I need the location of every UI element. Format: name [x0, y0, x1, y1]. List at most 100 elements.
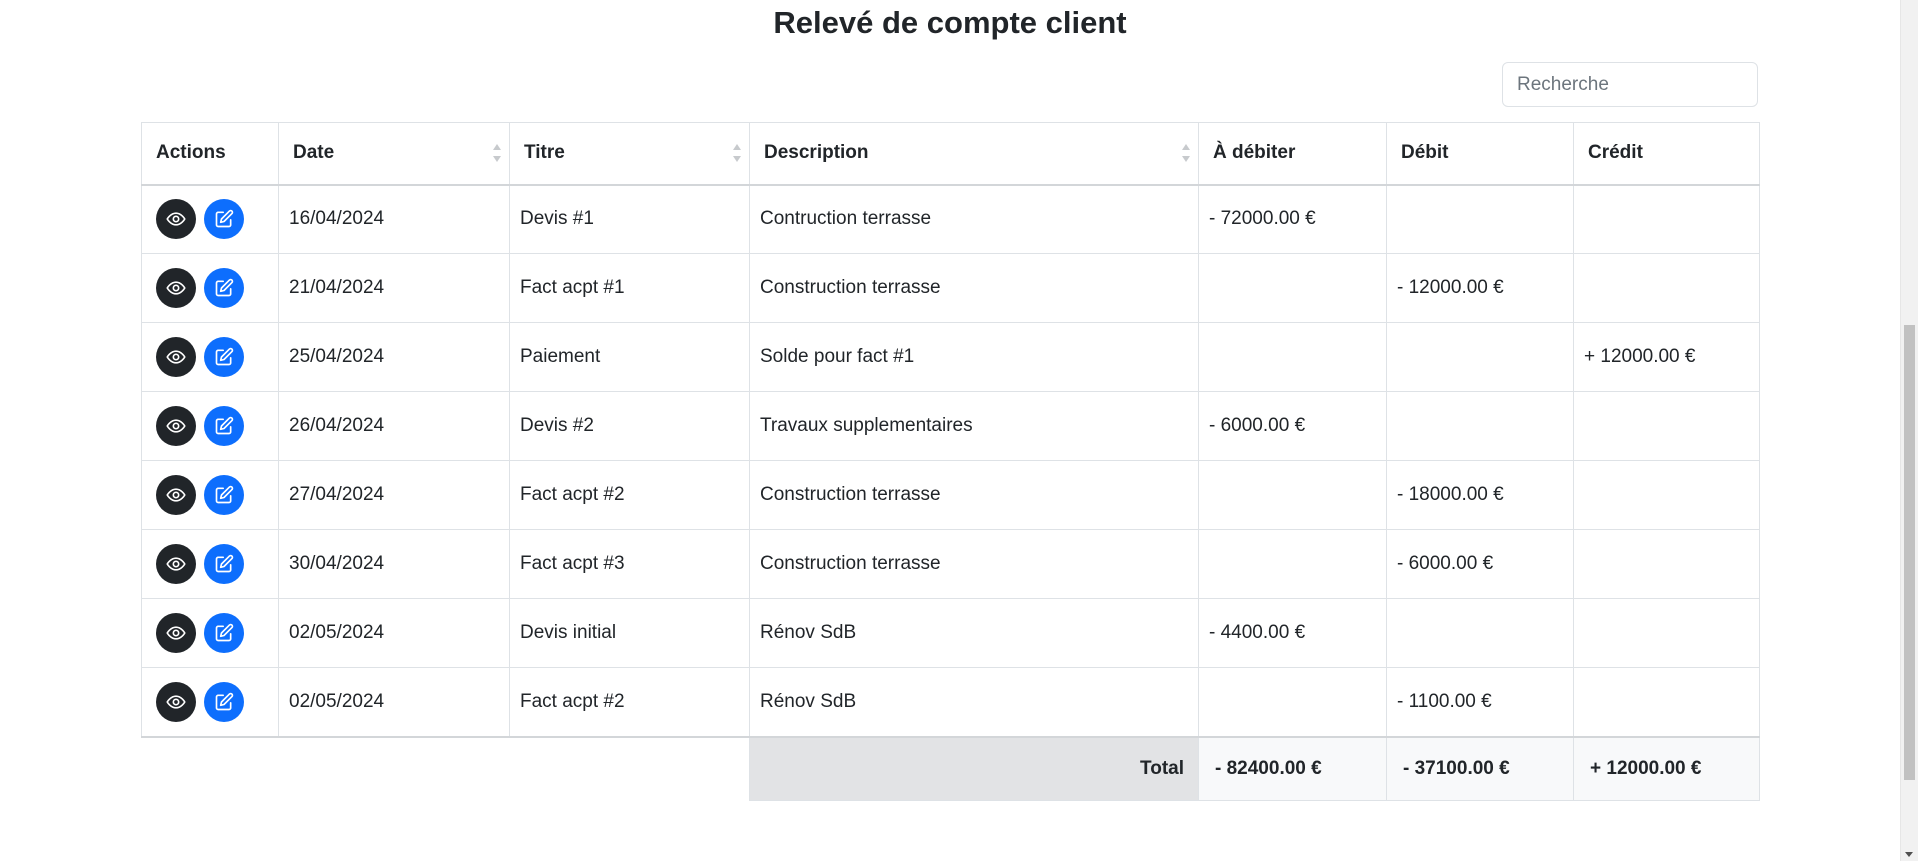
scrollbar-thumb[interactable] — [1904, 325, 1915, 780]
edit-icon — [215, 623, 234, 642]
account-statement-table: Actions Date Titre Description À débiter… — [141, 122, 1760, 801]
edit-button[interactable] — [204, 613, 244, 653]
cell-credit — [1573, 667, 1760, 737]
table-row: 21/04/2024 Fact acpt #1 Construction ter… — [141, 253, 1760, 323]
edit-button[interactable] — [204, 681, 244, 722]
cell-debit — [1386, 598, 1574, 668]
cell-a-debiter: - 4400.00 € — [1198, 598, 1387, 668]
edit-button[interactable] — [204, 268, 244, 308]
cell-date: 27/04/2024 — [278, 460, 510, 530]
edit-icon — [215, 210, 234, 228]
header-titre[interactable]: Titre — [509, 122, 750, 186]
cell-date: 25/04/2024 — [278, 322, 510, 392]
view-button[interactable] — [156, 268, 196, 308]
view-button[interactable] — [156, 337, 196, 377]
cell-credit — [1573, 598, 1760, 668]
cell-credit — [1573, 253, 1760, 323]
view-button[interactable] — [156, 681, 196, 722]
cell-debit: - 1100.00 € — [1386, 667, 1574, 737]
cell-description: Construction terrasse — [749, 460, 1199, 530]
total-debit: - 37100.00 € — [1386, 735, 1574, 801]
total-a-debiter: - 82400.00 € — [1198, 735, 1387, 801]
edit-button[interactable] — [204, 475, 244, 515]
cell-credit: + 12000.00 € — [1573, 322, 1760, 392]
cell-titre: Fact acpt #3 — [509, 529, 750, 599]
table-row: 16/04/2024 Devis #1 Contruction terrasse… — [141, 184, 1760, 254]
table-row: 26/04/2024 Devis #2 Travaux supplementai… — [141, 391, 1760, 461]
edit-icon — [215, 416, 234, 435]
actions-cell — [141, 391, 279, 461]
cell-a-debiter — [1198, 253, 1387, 323]
totals-spacer — [141, 735, 750, 801]
view-button[interactable] — [156, 613, 196, 653]
cell-description: Solde pour fact #1 — [749, 322, 1199, 392]
cell-date: 02/05/2024 — [278, 598, 510, 668]
cell-a-debiter — [1198, 667, 1387, 737]
scroll-down-arrow-icon[interactable] — [1905, 852, 1913, 857]
header-date[interactable]: Date — [278, 122, 510, 186]
cell-titre: Fact acpt #2 — [509, 667, 750, 737]
cell-titre: Paiement — [509, 322, 750, 392]
cell-debit — [1386, 322, 1574, 392]
cell-a-debiter — [1198, 529, 1387, 599]
header-description[interactable]: Description — [749, 122, 1199, 186]
edit-button[interactable] — [204, 199, 244, 240]
view-button[interactable] — [156, 544, 196, 584]
sort-arrows-icon[interactable] — [731, 142, 743, 164]
actions-cell — [141, 667, 279, 737]
edit-button[interactable] — [204, 406, 244, 446]
header-description-label: Description — [764, 142, 869, 164]
view-button[interactable] — [156, 199, 196, 240]
cell-titre: Devis #1 — [509, 184, 750, 254]
actions-cell — [141, 460, 279, 530]
eye-icon — [166, 350, 186, 364]
eye-icon — [166, 488, 186, 502]
search-input[interactable] — [1502, 62, 1758, 107]
edit-icon — [215, 554, 234, 573]
eye-icon — [166, 419, 186, 433]
cell-a-debiter: - 6000.00 € — [1198, 391, 1387, 461]
cell-description: Travaux supplementaires — [749, 391, 1199, 461]
cell-titre: Devis initial — [509, 598, 750, 668]
edit-button[interactable] — [204, 544, 244, 584]
view-button[interactable] — [156, 406, 196, 446]
cell-credit — [1573, 529, 1760, 599]
cell-debit — [1386, 184, 1574, 254]
page: Relevé de compte client Actions Date — [0, 0, 1918, 861]
table-header-row: Actions Date Titre Description À débiter… — [141, 122, 1760, 186]
view-button[interactable] — [156, 475, 196, 515]
sort-arrows-icon[interactable] — [491, 142, 503, 164]
totals-row: Total - 82400.00 € - 37100.00 € + 12000.… — [141, 735, 1760, 801]
eye-icon — [166, 626, 186, 640]
header-credit: Crédit — [1573, 122, 1760, 186]
cell-credit — [1573, 184, 1760, 254]
cell-description: Construction terrasse — [749, 253, 1199, 323]
eye-icon — [166, 695, 186, 709]
actions-cell — [141, 598, 279, 668]
cell-debit — [1386, 391, 1574, 461]
header-titre-label: Titre — [524, 142, 565, 164]
cell-a-debiter: - 72000.00 € — [1198, 184, 1387, 254]
actions-cell — [141, 253, 279, 323]
cell-titre: Fact acpt #2 — [509, 460, 750, 530]
cell-description: Contruction terrasse — [749, 184, 1199, 254]
eye-icon — [166, 557, 186, 571]
cell-titre: Fact acpt #1 — [509, 253, 750, 323]
header-actions: Actions — [141, 122, 279, 186]
edit-icon — [215, 347, 234, 366]
cell-date: 26/04/2024 — [278, 391, 510, 461]
cell-date: 02/05/2024 — [278, 667, 510, 737]
vertical-scrollbar[interactable] — [1900, 0, 1918, 861]
cell-description: Rénov SdB — [749, 598, 1199, 668]
total-label: Total — [749, 735, 1199, 801]
table-row: 02/05/2024 Fact acpt #2 Rénov SdB - 1100… — [141, 667, 1760, 737]
edit-icon — [215, 278, 234, 297]
header-debit: Débit — [1386, 122, 1574, 186]
edit-button[interactable] — [204, 337, 244, 377]
cell-credit — [1573, 391, 1760, 461]
table-row: 25/04/2024 Paiement Solde pour fact #1 +… — [141, 322, 1760, 392]
sort-arrows-icon[interactable] — [1180, 142, 1192, 164]
table-body: 16/04/2024 Devis #1 Contruction terrasse… — [141, 184, 1760, 737]
actions-cell — [141, 322, 279, 392]
total-credit: + 12000.00 € — [1573, 735, 1760, 801]
